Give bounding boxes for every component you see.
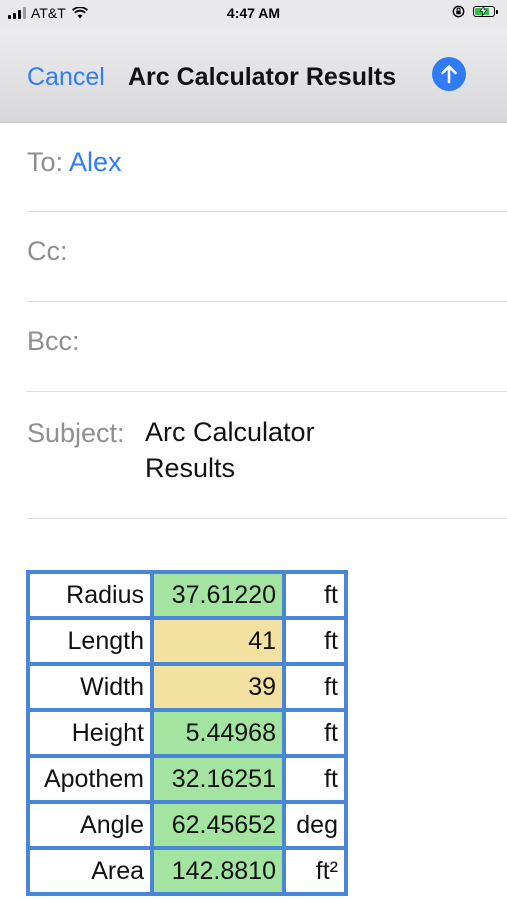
result-label: Radius bbox=[28, 572, 152, 618]
result-row-height: Height 5.44968 ft bbox=[28, 710, 346, 756]
result-row-width: Width 39 ft bbox=[28, 664, 346, 710]
result-unit: ft bbox=[284, 664, 346, 710]
result-row-area: Area 142.8810 ft² bbox=[28, 848, 346, 894]
result-label: Length bbox=[28, 618, 152, 664]
result-label: Angle bbox=[28, 802, 152, 848]
result-unit: ft bbox=[284, 618, 346, 664]
result-unit: ft bbox=[284, 756, 346, 802]
result-row-angle: Angle 62.45652 deg bbox=[28, 802, 346, 848]
result-label: Apothem bbox=[28, 756, 152, 802]
to-label: To: bbox=[27, 147, 64, 177]
result-unit: ft bbox=[284, 710, 346, 756]
mail-compose-screen: AT&T 4:47 AM Cancel Arc Calculator Resul… bbox=[0, 0, 507, 900]
to-field[interactable]: To: Alex bbox=[27, 123, 507, 212]
result-value: 39 bbox=[152, 664, 284, 710]
subject-value[interactable]: Arc Calculator Results bbox=[145, 414, 375, 486]
result-label: Area bbox=[28, 848, 152, 894]
bcc-field[interactable]: Bcc: bbox=[27, 302, 507, 392]
status-time: 4:47 AM bbox=[226, 5, 281, 21]
battery-charging-icon bbox=[473, 6, 498, 17]
status-bar: AT&T 4:47 AM bbox=[0, 0, 507, 28]
to-recipient[interactable]: Alex bbox=[69, 147, 122, 177]
arrow-up-icon bbox=[441, 65, 457, 84]
result-row-apothem: Apothem 32.16251 ft bbox=[28, 756, 346, 802]
cc-label: Cc: bbox=[27, 236, 68, 266]
result-unit: ft bbox=[284, 572, 346, 618]
status-right bbox=[452, 5, 498, 18]
subject-field[interactable]: Subject: Arc Calculator Results bbox=[27, 392, 507, 519]
compose-nav-bar: Cancel Arc Calculator Results bbox=[0, 28, 507, 123]
orientation-lock-icon bbox=[452, 5, 465, 18]
compose-title: Arc Calculator Results bbox=[128, 63, 397, 91]
result-value: 37.61220 bbox=[152, 572, 284, 618]
send-button[interactable] bbox=[432, 57, 466, 91]
result-value: 41 bbox=[152, 618, 284, 664]
result-value: 32.16251 bbox=[152, 756, 284, 802]
bcc-label: Bcc: bbox=[27, 326, 80, 356]
result-unit: deg bbox=[284, 802, 346, 848]
cancel-button[interactable]: Cancel bbox=[27, 63, 105, 92]
result-value: 5.44968 bbox=[152, 710, 284, 756]
result-unit: ft² bbox=[284, 848, 346, 894]
cc-field[interactable]: Cc: bbox=[27, 212, 507, 302]
result-row-radius: Radius 37.61220 ft bbox=[28, 572, 346, 618]
result-value: 142.8810 bbox=[152, 848, 284, 894]
result-row-length: Length 41 ft bbox=[28, 618, 346, 664]
subject-label: Subject: bbox=[27, 418, 125, 448]
result-label: Height bbox=[28, 710, 152, 756]
results-table: Radius 37.61220 ft Length 41 ft Width 39 ft Heigh… bbox=[26, 570, 348, 896]
result-label: Width bbox=[28, 664, 152, 710]
result-value: 62.45652 bbox=[152, 802, 284, 848]
